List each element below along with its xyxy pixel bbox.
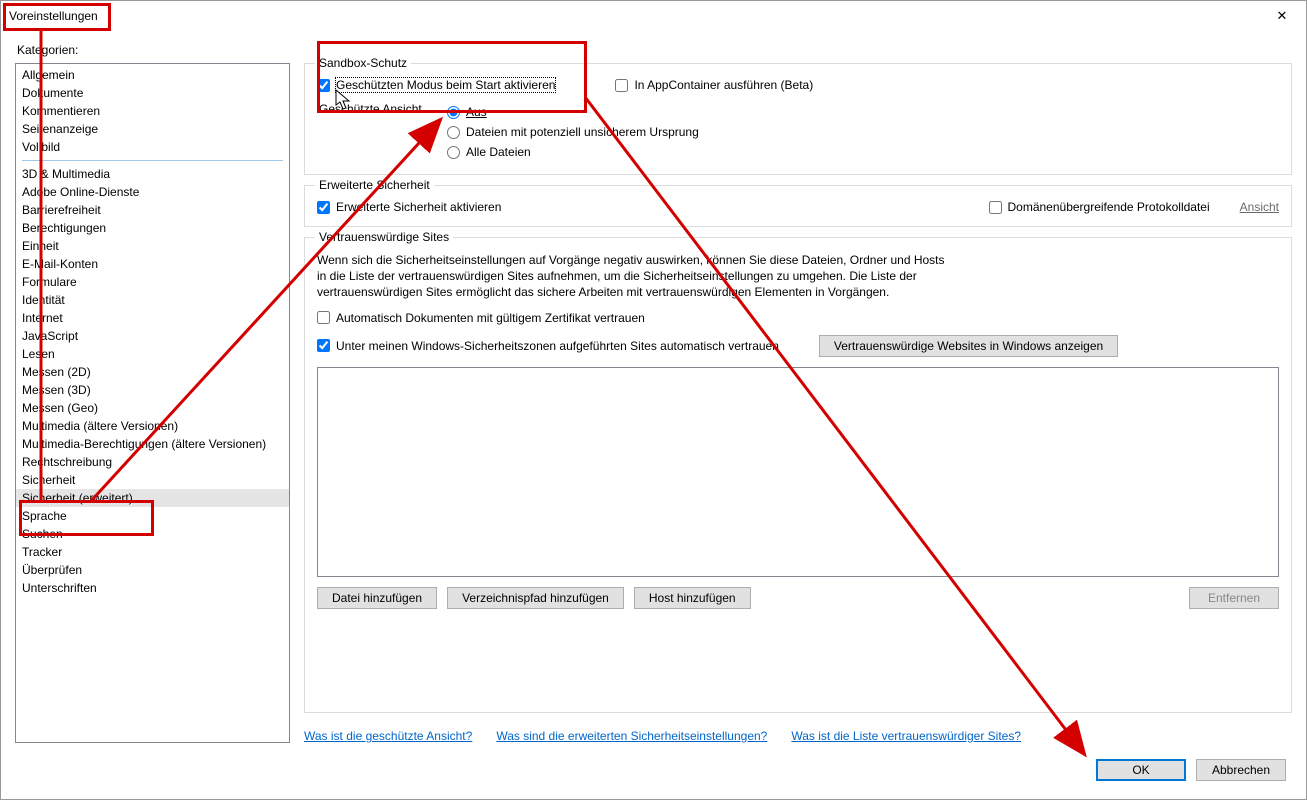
sidebar-item[interactable]: Einheit	[16, 237, 289, 255]
sidebar-item[interactable]: Barrierefreiheit	[16, 201, 289, 219]
group-legend-trusted: Vertrauenswürdige Sites	[315, 230, 453, 244]
trusted-sites-listbox[interactable]	[317, 367, 1279, 577]
sidebar-item[interactable]: Berechtigungen	[16, 219, 289, 237]
protected-view-label: Geschützte Ansicht	[317, 102, 427, 162]
checkbox-enable-extsec[interactable]: Erweiterte Sicherheit aktivieren	[317, 200, 501, 214]
checkbox-enable-extsec-label: Erweiterte Sicherheit aktivieren	[336, 200, 501, 214]
sidebar-item[interactable]: Sicherheit	[16, 471, 289, 489]
group-extended-security: Erweiterte Sicherheit Erweiterte Sicherh…	[304, 185, 1292, 227]
checkbox-protected-mode[interactable]: Geschützten Modus beim Start aktivieren	[317, 78, 555, 92]
sidebar-item[interactable]: Messen (Geo)	[16, 399, 289, 417]
sidebar-item[interactable]: Kommentieren	[16, 102, 289, 120]
sidebar-item-selected[interactable]: Sicherheit (erweitert)	[16, 489, 289, 507]
group-sandbox: Sandbox-Schutz Geschützten Modus beim St…	[304, 63, 1292, 175]
sidebar-item[interactable]: Allgemein	[16, 66, 289, 84]
sidebar-item[interactable]: Suchen	[16, 525, 289, 543]
checkbox-crossdomain-log-label: Domänenübergreifende Protokolldatei	[1008, 200, 1210, 214]
sidebar-item[interactable]: Lesen	[16, 345, 289, 363]
sidebar-item[interactable]: Messen (3D)	[16, 381, 289, 399]
checkbox-crossdomain-log[interactable]: Domänenübergreifende Protokolldatei	[989, 200, 1210, 214]
checkbox-auto-cert-label: Automatisch Dokumenten mit gültigem Zert…	[336, 311, 645, 325]
radio-protected-off[interactable]: Aus	[447, 105, 699, 119]
sidebar-item[interactable]: Sprache	[16, 507, 289, 525]
checkbox-auto-cert[interactable]: Automatisch Dokumenten mit gültigem Zert…	[317, 311, 645, 325]
sidebar-item[interactable]: Adobe Online-Dienste	[16, 183, 289, 201]
help-link-protected-view[interactable]: Was ist die geschützte Ansicht?	[304, 729, 472, 743]
sidebar-item[interactable]: Vollbild	[16, 138, 289, 156]
radio-protected-all[interactable]: Alle Dateien	[447, 145, 699, 159]
cancel-button[interactable]: Abbrechen	[1196, 759, 1286, 781]
button-add-dir[interactable]: Verzeichnispfad hinzufügen	[447, 587, 624, 609]
ok-button[interactable]: OK	[1096, 759, 1186, 781]
radio-protected-all-label: Alle Dateien	[466, 145, 531, 159]
group-legend-extsec: Erweiterte Sicherheit	[315, 178, 434, 192]
sidebar-item[interactable]: Multimedia-Berechtigungen (ältere Versio…	[16, 435, 289, 453]
sidebar-item[interactable]: 3D & Multimedia	[16, 165, 289, 183]
sidebar-item[interactable]: Messen (2D)	[16, 363, 289, 381]
window-title: Voreinstellungen	[9, 9, 98, 23]
radio-protected-off-label: Aus	[466, 105, 487, 119]
help-link-ext-security[interactable]: Was sind die erweiterten Sicherheitseins…	[496, 729, 767, 743]
button-remove[interactable]: Entfernen	[1189, 587, 1279, 609]
checkbox-protected-mode-label: Geschützten Modus beim Start aktivieren	[336, 78, 555, 92]
help-link-trusted-list[interactable]: Was ist die Liste vertrauenswürdiger Sit…	[791, 729, 1021, 743]
sidebar-item[interactable]: Identität	[16, 291, 289, 309]
sidebar-item[interactable]: E-Mail-Konten	[16, 255, 289, 273]
button-add-host[interactable]: Host hinzufügen	[634, 587, 751, 609]
sidebar-item[interactable]: Rechtschreibung	[16, 453, 289, 471]
checkbox-appcontainer-label: In AppContainer ausführen (Beta)	[634, 78, 813, 92]
sidebar-item[interactable]: Unterschriften	[16, 579, 289, 597]
link-view-log[interactable]: Ansicht	[1240, 200, 1279, 214]
button-add-file[interactable]: Datei hinzufügen	[317, 587, 437, 609]
sidebar-item[interactable]: Tracker	[16, 543, 289, 561]
titlebar: Voreinstellungen ✕	[1, 1, 1306, 31]
categories-list[interactable]: AllgemeinDokumenteKommentierenSeitenanze…	[15, 63, 290, 743]
sidebar-item[interactable]: Internet	[16, 309, 289, 327]
sidebar-item[interactable]: Formulare	[16, 273, 289, 291]
sidebar-item[interactable]: JavaScript	[16, 327, 289, 345]
checkbox-auto-zones-label: Unter meinen Windows-Sicherheitszonen au…	[336, 339, 779, 353]
button-show-windows-sites[interactable]: Vertrauenswürdige Websites in Windows an…	[819, 335, 1118, 357]
checkbox-auto-zones[interactable]: Unter meinen Windows-Sicherheitszonen au…	[317, 339, 779, 353]
group-legend-sandbox: Sandbox-Schutz	[315, 56, 411, 70]
radio-protected-unsafe[interactable]: Dateien mit potenziell unsicherem Urspru…	[447, 125, 699, 139]
radio-protected-unsafe-label: Dateien mit potenziell unsicherem Urspru…	[466, 125, 699, 139]
sidebar-item[interactable]: Multimedia (ältere Versionen)	[16, 417, 289, 435]
trusted-description: Wenn sich die Sicherheitseinstellungen a…	[317, 252, 957, 301]
sidebar-item[interactable]: Dokumente	[16, 84, 289, 102]
sidebar-item[interactable]: Seitenanzeige	[16, 120, 289, 138]
categories-label: Kategorien:	[17, 43, 1292, 57]
group-trusted-sites: Vertrauenswürdige Sites Wenn sich die Si…	[304, 237, 1292, 713]
checkbox-appcontainer[interactable]: In AppContainer ausführen (Beta)	[615, 78, 813, 92]
close-icon[interactable]: ✕	[1266, 8, 1298, 24]
sidebar-item[interactable]: Überprüfen	[16, 561, 289, 579]
